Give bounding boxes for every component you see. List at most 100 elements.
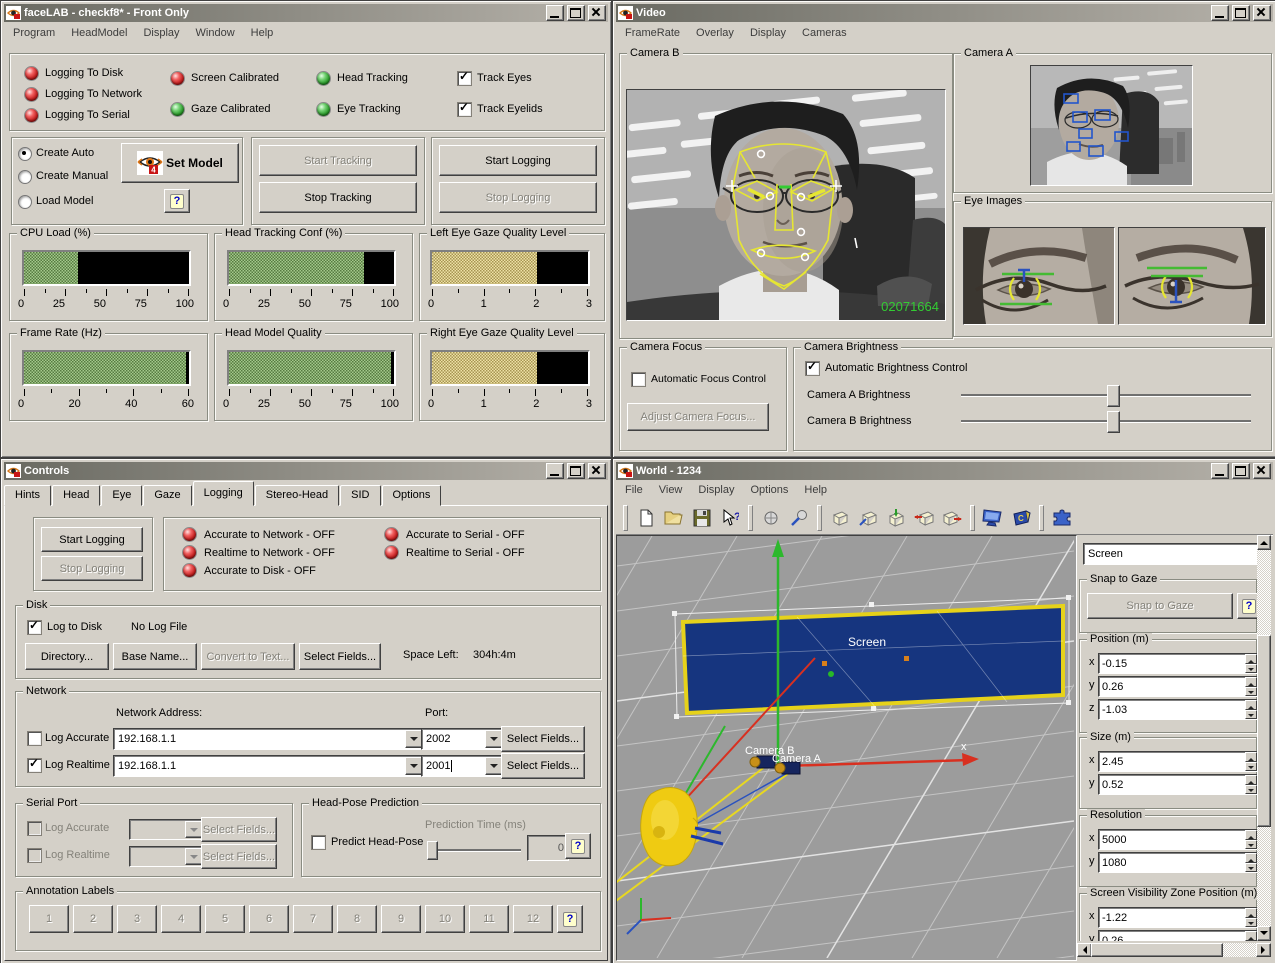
close-button[interactable] xyxy=(1253,463,1271,479)
tab-stereo-head[interactable]: Stereo-Head xyxy=(255,485,339,506)
cube-left-icon[interactable] xyxy=(911,505,937,531)
cube-down-icon[interactable] xyxy=(883,505,909,531)
select-fields-accurate-button[interactable]: Select Fields... xyxy=(501,726,585,752)
resolution-x-field[interactable]: 5000 xyxy=(1098,829,1257,850)
camera-b-brightness-slider[interactable] xyxy=(961,420,1251,422)
realtime-port-combo[interactable]: 2001 xyxy=(421,755,505,777)
spinner[interactable] xyxy=(1245,775,1257,794)
tab-logging[interactable]: Logging xyxy=(193,481,254,506)
model-help-button[interactable]: ? xyxy=(164,189,190,213)
video-titlebar[interactable]: Video xyxy=(616,4,1273,22)
slider-handle[interactable] xyxy=(1107,385,1120,407)
annotation-button-2[interactable]: 2 xyxy=(73,905,113,933)
log-accurate-serial-checkbox[interactable] xyxy=(27,821,42,836)
prediction-time-slider[interactable] xyxy=(427,849,521,851)
create-manual-radio[interactable] xyxy=(18,170,32,184)
position-z-field[interactable]: -1.03 xyxy=(1098,699,1257,720)
slider-handle[interactable] xyxy=(1107,411,1120,433)
scrollbar-thumb[interactable] xyxy=(1091,943,1223,957)
minimize-button[interactable] xyxy=(1211,463,1229,479)
auto-brightness-checkbox[interactable] xyxy=(805,361,820,376)
annotation-button-1[interactable]: 1 xyxy=(29,905,69,933)
log-realtime-network-checkbox[interactable] xyxy=(27,758,42,773)
spinner[interactable] xyxy=(1245,700,1257,719)
menu-program[interactable]: Program xyxy=(5,27,63,39)
monitor-icon[interactable] xyxy=(980,505,1006,531)
toolbar-grip[interactable] xyxy=(1039,505,1044,531)
position-y-field[interactable]: 0.26 xyxy=(1098,676,1257,697)
spinner[interactable] xyxy=(1245,830,1257,849)
menu-framerate[interactable]: FrameRate xyxy=(617,27,688,39)
start-tracking-button[interactable]: Start Tracking xyxy=(259,145,417,176)
slider-handle[interactable] xyxy=(427,841,438,860)
toolbar-grip[interactable] xyxy=(817,505,822,531)
track-eyelids-checkbox[interactable] xyxy=(457,102,472,117)
serial-realtime-combo[interactable] xyxy=(129,846,205,867)
size-x-field[interactable]: 2.45 xyxy=(1098,751,1257,772)
cube-move-icon[interactable] xyxy=(855,505,881,531)
stop-logging-button[interactable]: Stop Logging xyxy=(439,182,597,213)
select-fields-serial-accurate-button[interactable]: Select Fields... xyxy=(201,817,277,842)
menu-window[interactable]: Window xyxy=(188,27,243,39)
scrollbar-thumb[interactable] xyxy=(1257,635,1271,827)
menu-display[interactable]: Display xyxy=(742,27,794,39)
camera-a-brightness-slider[interactable] xyxy=(961,394,1251,396)
close-button[interactable] xyxy=(1253,5,1271,21)
spinner[interactable] xyxy=(1245,654,1257,673)
select-fields-disk-button[interactable]: Select Fields... xyxy=(299,643,381,670)
realtime-address-combo[interactable]: 192.168.1.1 xyxy=(113,755,425,777)
maximize-button[interactable] xyxy=(567,463,585,479)
close-button[interactable] xyxy=(588,5,606,21)
size-y-field[interactable]: 0.52 xyxy=(1098,774,1257,795)
pick-wand-icon[interactable] xyxy=(786,505,812,531)
scroll-down-button[interactable] xyxy=(1257,926,1271,941)
menu-file[interactable]: File xyxy=(617,484,651,496)
predict-head-pose-checkbox[interactable] xyxy=(311,835,326,850)
convert-to-text-button[interactable]: Convert to Text... xyxy=(201,643,295,670)
annotation-help-button[interactable]: ? xyxy=(557,905,583,933)
select-fields-realtime-button[interactable]: Select Fields... xyxy=(501,753,585,779)
accurate-port-combo[interactable]: 2002 xyxy=(421,728,505,750)
annotation-button-8[interactable]: 8 xyxy=(337,905,377,933)
log-to-disk-checkbox[interactable] xyxy=(27,620,42,635)
controls-titlebar[interactable]: Controls xyxy=(4,462,608,480)
accurate-address-combo[interactable]: 192.168.1.1 xyxy=(113,728,425,750)
menu-help[interactable]: Help xyxy=(796,484,835,496)
select-sphere-icon[interactable] xyxy=(758,505,784,531)
spinner[interactable] xyxy=(1245,752,1257,771)
annotation-button-12[interactable]: 12 xyxy=(513,905,553,933)
base-name-button[interactable]: Base Name... xyxy=(113,643,197,670)
facelab-titlebar[interactable]: faceLAB - checkf8* - Front Only xyxy=(4,4,608,22)
snap-help-button[interactable]: ? xyxy=(1237,593,1257,619)
tab-eye[interactable]: Eye xyxy=(101,485,142,506)
minimize-button[interactable] xyxy=(1211,5,1229,21)
track-eyes-checkbox[interactable] xyxy=(457,71,472,86)
annotation-button-6[interactable]: 6 xyxy=(249,905,289,933)
toolbar-grip[interactable] xyxy=(970,505,975,531)
log-accurate-network-checkbox[interactable] xyxy=(27,731,42,746)
menu-view[interactable]: View xyxy=(651,484,691,496)
annotation-button-9[interactable]: 9 xyxy=(381,905,421,933)
scroll-right-button[interactable] xyxy=(1256,943,1271,957)
maximize-button[interactable] xyxy=(567,5,585,21)
create-auto-radio[interactable] xyxy=(18,147,32,161)
context-help-icon[interactable]: ? xyxy=(717,505,743,531)
maximize-button[interactable] xyxy=(1232,463,1250,479)
menu-display[interactable]: Display xyxy=(135,27,187,39)
tab-options[interactable]: Options xyxy=(382,485,442,506)
puzzle-icon[interactable] xyxy=(1049,505,1075,531)
snap-to-gaze-button[interactable]: Snap to Gaze xyxy=(1087,593,1233,619)
object-selector[interactable]: Screen xyxy=(1083,543,1257,565)
menu-options[interactable]: Options xyxy=(742,484,796,496)
minimize-button[interactable] xyxy=(546,5,564,21)
auto-focus-checkbox[interactable] xyxy=(631,372,646,387)
annotation-button-5[interactable]: 5 xyxy=(205,905,245,933)
toolbar-grip[interactable] xyxy=(623,505,628,531)
directory-button[interactable]: Directory... xyxy=(25,643,109,670)
menu-display[interactable]: Display xyxy=(690,484,742,496)
visibility-y-field[interactable]: 0.26 xyxy=(1098,930,1257,941)
new-file-icon[interactable] xyxy=(633,505,659,531)
spinner[interactable] xyxy=(1245,931,1257,941)
annotation-button-3[interactable]: 3 xyxy=(117,905,157,933)
close-button[interactable] xyxy=(588,463,606,479)
